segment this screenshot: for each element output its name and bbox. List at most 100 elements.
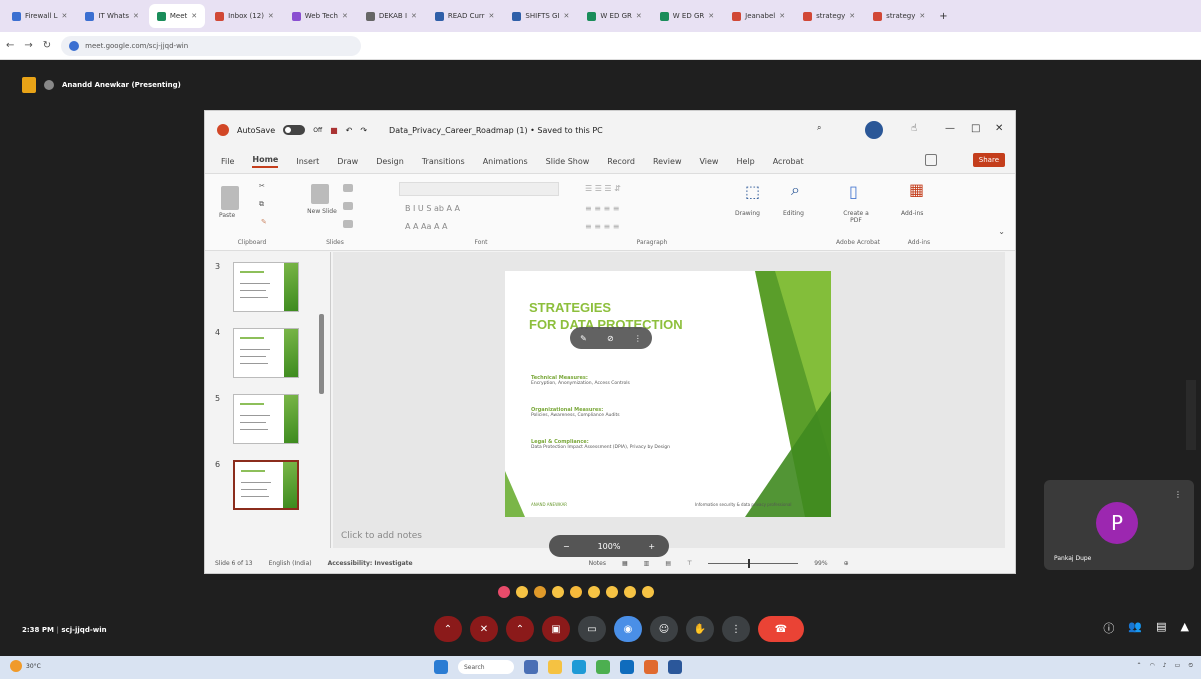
volume-icon[interactable]: ♪: [1163, 662, 1167, 670]
ribbon-tab-help[interactable]: Help: [736, 157, 754, 166]
ribbon-tab-draw[interactable]: Draw: [337, 157, 358, 166]
justify-icons[interactable]: ≡ ≡ ≡ ≡: [585, 222, 619, 231]
tab-close-icon[interactable]: ✕: [919, 12, 925, 20]
thinking-reaction-icon[interactable]: [624, 586, 636, 598]
ribbon-tab-record[interactable]: Record: [607, 157, 635, 166]
edge-icon[interactable]: [572, 660, 586, 674]
thumbs-up-reaction-icon[interactable]: [516, 586, 528, 598]
thumbnails-scrollbar[interactable]: [319, 314, 324, 394]
browser-tab[interactable]: DEKAB I ✕: [358, 4, 425, 28]
cut-icon[interactable]: ✂: [259, 182, 265, 190]
tab-close-icon[interactable]: ✕: [191, 12, 197, 20]
zoom-out-icon[interactable]: −: [563, 542, 570, 551]
create-pdf-label[interactable]: Create a PDF: [841, 210, 871, 224]
current-slide[interactable]: STRATEGIES FOR DATA PROTECTION Technical…: [505, 271, 831, 517]
participant-more-icon[interactable]: ⋮: [1174, 490, 1182, 499]
section-icon[interactable]: [343, 220, 353, 228]
back-icon[interactable]: ←: [6, 40, 14, 51]
notes-placeholder[interactable]: Click to add notes: [341, 531, 422, 541]
create-pdf-icon[interactable]: ▯: [849, 182, 858, 201]
ribbon-tab-file[interactable]: File: [221, 157, 234, 166]
browser-tab[interactable]: Web Tech ✕: [284, 4, 356, 28]
tab-close-icon[interactable]: ✕: [62, 12, 68, 20]
ribbon-tab-acrobat[interactable]: Acrobat: [773, 157, 804, 166]
ribbon-tab-view[interactable]: View: [699, 157, 718, 166]
autosave-toggle[interactable]: [283, 125, 306, 135]
word-icon[interactable]: [668, 660, 682, 674]
editing-label[interactable]: Editing: [783, 210, 804, 217]
reading-view-icon[interactable]: ▤: [665, 560, 671, 567]
pin-icon[interactable]: ✎: [580, 334, 587, 343]
info-icon[interactable]: ⓘ: [1103, 620, 1114, 636]
hide-icon[interactable]: ⊘: [607, 334, 614, 343]
present-icon[interactable]: ◉: [614, 616, 642, 642]
emoji-icon[interactable]: ☺: [650, 616, 678, 642]
ribbon-tab-insert[interactable]: Insert: [296, 157, 319, 166]
browser-tab[interactable]: Firewall L ✕: [4, 4, 75, 28]
sad-reaction-icon[interactable]: [606, 586, 618, 598]
close-icon[interactable]: ✕: [995, 123, 1003, 134]
url-input[interactable]: meet.google.com/scj-jjqd-win: [61, 35, 362, 56]
normal-view-icon[interactable]: ▦: [622, 560, 628, 567]
tab-close-icon[interactable]: ✕: [708, 12, 714, 20]
chrome-icon[interactable]: [596, 660, 610, 674]
browser-tab[interactable]: Meet ✕: [148, 4, 206, 28]
participant-tile[interactable]: P Pankaj Dupe ⋮: [1044, 480, 1194, 570]
tab-close-icon[interactable]: ✕: [411, 12, 417, 20]
party-reaction-icon[interactable]: [534, 586, 546, 598]
slide-thumbnail[interactable]: [233, 328, 299, 378]
zoom-slider[interactable]: [708, 558, 799, 568]
tab-close-icon[interactable]: ✕: [564, 12, 570, 20]
new-tab-icon[interactable]: +: [939, 11, 947, 22]
tray-overflow-icon[interactable]: ⌃: [1137, 662, 1142, 670]
undo-icon[interactable]: ↶: [346, 126, 353, 135]
ribbon-tab-slide-show[interactable]: Slide Show: [546, 157, 590, 166]
browser-tab[interactable]: SHIFTS GI ✕: [504, 4, 577, 28]
fit-slide-icon[interactable]: ⊕: [844, 560, 849, 567]
maximize-icon[interactable]: □: [971, 123, 980, 134]
tab-close-icon[interactable]: ✕: [342, 12, 348, 20]
browser-tab[interactable]: strategy ✕: [865, 4, 933, 28]
save-icon[interactable]: ■: [330, 126, 338, 135]
browser-tab[interactable]: W ED GR ✕: [652, 4, 722, 28]
new-slide-icon[interactable]: [311, 184, 329, 204]
activities-icon[interactable]: ▲: [1181, 620, 1189, 636]
slide-thumbnail[interactable]: [233, 460, 299, 510]
copy-icon[interactable]: ⧉: [259, 200, 264, 209]
tab-close-icon[interactable]: ✕: [489, 12, 495, 20]
account-avatar[interactable]: [865, 121, 883, 139]
search-icon[interactable]: ⌕: [817, 123, 821, 133]
more-icon[interactable]: ⋮: [634, 334, 642, 343]
language[interactable]: English (India): [269, 560, 312, 567]
mic-off-icon[interactable]: ✕: [470, 616, 498, 642]
new-slide-label[interactable]: New Slide: [307, 208, 337, 215]
drawing-label[interactable]: Drawing: [735, 210, 760, 217]
document-title[interactable]: Data_Privacy_Career_Roadmap (1) • Saved …: [389, 126, 603, 135]
ribbon-tab-transitions[interactable]: Transitions: [422, 157, 465, 166]
tab-close-icon[interactable]: ✕: [268, 12, 274, 20]
clock[interactable]: ⏲: [1188, 662, 1193, 670]
ribbon-collapse-icon[interactable]: ⌄: [998, 227, 1005, 236]
wifi-icon[interactable]: ◠: [1150, 662, 1155, 670]
layout-icon[interactable]: [343, 184, 353, 192]
editing-icon[interactable]: ⌕: [791, 180, 800, 200]
surprised-reaction-icon[interactable]: [588, 586, 600, 598]
browser-tab[interactable]: W ED GR ✕: [579, 4, 649, 28]
notes-button[interactable]: Notes: [589, 560, 606, 567]
font-color-icons[interactable]: A A Aa A A: [405, 222, 447, 231]
share-button[interactable]: Share: [972, 153, 1005, 167]
addins-icon[interactable]: ▦: [909, 180, 924, 199]
zoom-in-icon[interactable]: +: [648, 542, 655, 551]
tab-close-icon[interactable]: ✕: [849, 12, 855, 20]
forward-icon[interactable]: →: [24, 40, 32, 51]
ribbon-tab-design[interactable]: Design: [376, 157, 404, 166]
accessibility-status[interactable]: Accessibility: Investigate: [328, 560, 413, 567]
touch-mode-icon[interactable]: ☝: [911, 123, 917, 134]
font-name-dropdown[interactable]: [399, 182, 559, 196]
outlook-icon[interactable]: [620, 660, 634, 674]
browser-tab[interactable]: Jeanabel ✕: [724, 4, 793, 28]
format-painter-icon[interactable]: ✎: [261, 218, 267, 226]
clap-reaction-icon[interactable]: [552, 586, 564, 598]
captions-icon[interactable]: ▭: [578, 616, 606, 642]
ribbon-tab-home[interactable]: Home: [252, 155, 279, 168]
